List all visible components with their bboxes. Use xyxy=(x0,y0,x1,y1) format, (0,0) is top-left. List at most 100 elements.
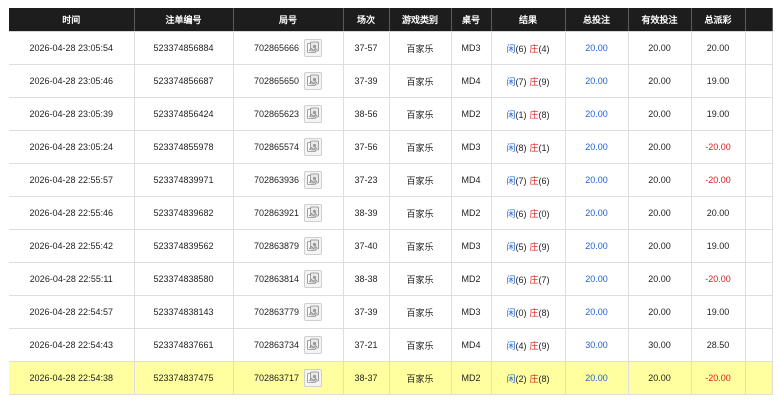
result-banker-score: (4) xyxy=(538,43,550,54)
table-row[interactable]: 2026-04-28 22:54:43 523374837661 702863734… xyxy=(9,328,773,362)
cell-game-type: 百家乐 xyxy=(389,130,452,164)
result-player-score: (2) xyxy=(515,373,527,384)
cell-scene: 38-37 xyxy=(343,361,390,395)
card-image-icon[interactable] xyxy=(304,237,323,255)
table-row[interactable]: 2026-04-28 23:05:24 523374855978 702865574… xyxy=(9,130,773,164)
table-row[interactable]: 2026-04-28 22:55:42 523374839562 702863879… xyxy=(9,229,773,263)
result-banker-label: 庄 xyxy=(529,274,539,285)
result-banker-score: (6) xyxy=(538,175,550,186)
cell-round-no: 702865650 xyxy=(233,64,344,98)
cell-payout: 20.00 xyxy=(691,31,746,65)
card-image-icon[interactable] xyxy=(304,369,323,387)
column-header-round-no[interactable]: 局号 xyxy=(233,8,344,32)
cell-round-no: 702863921 xyxy=(233,196,344,230)
table-row[interactable]: 2026-04-28 22:55:46 523374839682 702863921… xyxy=(9,196,773,230)
card-image-icon[interactable] xyxy=(304,39,323,57)
result-player-label: 闲 xyxy=(506,241,516,252)
card-image-icon[interactable] xyxy=(304,336,323,354)
table-row[interactable]: 2026-04-28 23:05:54 523374856884 702865666… xyxy=(9,31,773,65)
card-image-icon[interactable] xyxy=(304,303,323,321)
cell-total-bet: 20.00 xyxy=(565,361,629,395)
card-image-icon[interactable] xyxy=(304,204,323,222)
table-row[interactable]: 2026-04-28 23:05:39 523374856424 702865623… xyxy=(9,97,773,131)
cell-game-type: 百家乐 xyxy=(389,97,452,131)
cell-payout: 19.00 xyxy=(691,295,746,329)
result-banker-label: 庄 xyxy=(529,109,539,120)
result-player-label: 闲 xyxy=(506,208,516,219)
cell-valid-bet: 20.00 xyxy=(628,295,692,329)
result-player-score: (8) xyxy=(515,142,527,153)
table-row[interactable]: 2026-04-28 22:54:57 523374838143 702863779… xyxy=(9,295,773,329)
table-header: 时间 注单编号 局号 场次 游戏类别 桌号 结果 总投注 有效投注 总派彩 xyxy=(9,8,773,32)
cell-total-bet: 20.00 xyxy=(565,295,629,329)
column-header-order-no[interactable]: 注单编号 xyxy=(134,8,234,32)
result-player-label: 闲 xyxy=(506,373,516,384)
cell-extra xyxy=(745,328,773,362)
cell-scene: 37-39 xyxy=(343,295,390,329)
cell-valid-bet: 20.00 xyxy=(628,361,692,395)
cell-extra xyxy=(745,361,773,395)
cell-extra xyxy=(745,163,773,197)
result-player-score: (7) xyxy=(515,76,527,87)
cell-result: 闲(4) 庄(9) xyxy=(491,328,566,362)
cell-total-bet: 20.00 xyxy=(565,196,629,230)
column-header-table-no[interactable]: 桌号 xyxy=(451,8,492,32)
table-row[interactable]: 2026-04-28 22:55:11 523374838580 702863814… xyxy=(9,262,773,296)
cell-table-no: MD3 xyxy=(451,295,492,329)
cell-scene: 37-56 xyxy=(343,130,390,164)
cell-total-bet: 20.00 xyxy=(565,97,629,131)
card-image-icon[interactable] xyxy=(304,72,323,90)
column-header-time[interactable]: 时间 xyxy=(9,8,135,32)
table-body: 2026-04-28 23:05:54 523374856884 702865666… xyxy=(9,31,773,395)
column-header-scene[interactable]: 场次 xyxy=(343,8,390,32)
cell-scene: 38-39 xyxy=(343,196,390,230)
cell-order-no: 523374839562 xyxy=(134,229,234,263)
cell-time: 2026-04-28 22:55:42 xyxy=(9,229,135,263)
cell-extra xyxy=(745,262,773,296)
card-image-icon[interactable] xyxy=(304,105,323,123)
cell-time: 2026-04-28 22:54:43 xyxy=(9,328,135,362)
result-player-label: 闲 xyxy=(506,109,516,120)
table-row[interactable]: 2026-04-28 22:54:38 523374837475 702863717… xyxy=(9,361,773,395)
cell-scene: 37-21 xyxy=(343,328,390,362)
column-header-result[interactable]: 结果 xyxy=(491,8,566,32)
card-image-icon[interactable] xyxy=(304,270,323,288)
cell-time: 2026-04-28 23:05:46 xyxy=(9,64,135,98)
column-header-payout[interactable]: 总派彩 xyxy=(691,8,746,32)
result-banker-label: 庄 xyxy=(529,373,539,384)
cell-total-bet: 20.00 xyxy=(565,262,629,296)
cell-table-no: MD3 xyxy=(451,229,492,263)
cell-total-bet: 20.00 xyxy=(565,163,629,197)
cell-table-no: MD4 xyxy=(451,163,492,197)
cell-valid-bet: 20.00 xyxy=(628,163,692,197)
cell-result: 闲(6) 庄(7) xyxy=(491,262,566,296)
result-banker-score: (0) xyxy=(538,208,550,219)
table-row[interactable]: 2026-04-28 22:55:57 523374839971 702863936… xyxy=(9,163,773,197)
card-image-icon[interactable] xyxy=(304,138,323,156)
column-header-total-bet[interactable]: 总投注 xyxy=(565,8,629,32)
cell-order-no: 523374839971 xyxy=(134,163,234,197)
cell-order-no: 523374837475 xyxy=(134,361,234,395)
cell-table-no: MD3 xyxy=(451,31,492,65)
cell-order-no: 523374837661 xyxy=(134,328,234,362)
cell-table-no: MD4 xyxy=(451,328,492,362)
round-no-text: 702865623 xyxy=(253,109,300,119)
round-no-text: 702863779 xyxy=(253,307,300,317)
cell-extra xyxy=(745,196,773,230)
result-banker-score: (9) xyxy=(538,241,550,252)
result-player-score: (0) xyxy=(515,307,527,318)
bet-history-page: 时间 注单编号 局号 场次 游戏类别 桌号 结果 总投注 有效投注 总派彩 20… xyxy=(0,0,777,402)
cell-time: 2026-04-28 22:55:46 xyxy=(9,196,135,230)
cell-time: 2026-04-28 22:54:38 xyxy=(9,361,135,395)
card-image-icon[interactable] xyxy=(304,171,323,189)
column-header-valid-bet[interactable]: 有效投注 xyxy=(628,8,692,32)
round-no-text: 702863814 xyxy=(253,274,300,284)
cell-valid-bet: 20.00 xyxy=(628,196,692,230)
bet-history-table: 时间 注单编号 局号 场次 游戏类别 桌号 结果 总投注 有效投注 总派彩 20… xyxy=(9,8,773,395)
cell-result: 闲(7) 庄(9) xyxy=(491,64,566,98)
cell-extra xyxy=(745,31,773,65)
table-row[interactable]: 2026-04-28 23:05:46 523374856687 702865650… xyxy=(9,64,773,98)
cell-extra xyxy=(745,64,773,98)
column-header-game-type[interactable]: 游戏类别 xyxy=(389,8,452,32)
cell-round-no: 702863936 xyxy=(233,163,344,197)
